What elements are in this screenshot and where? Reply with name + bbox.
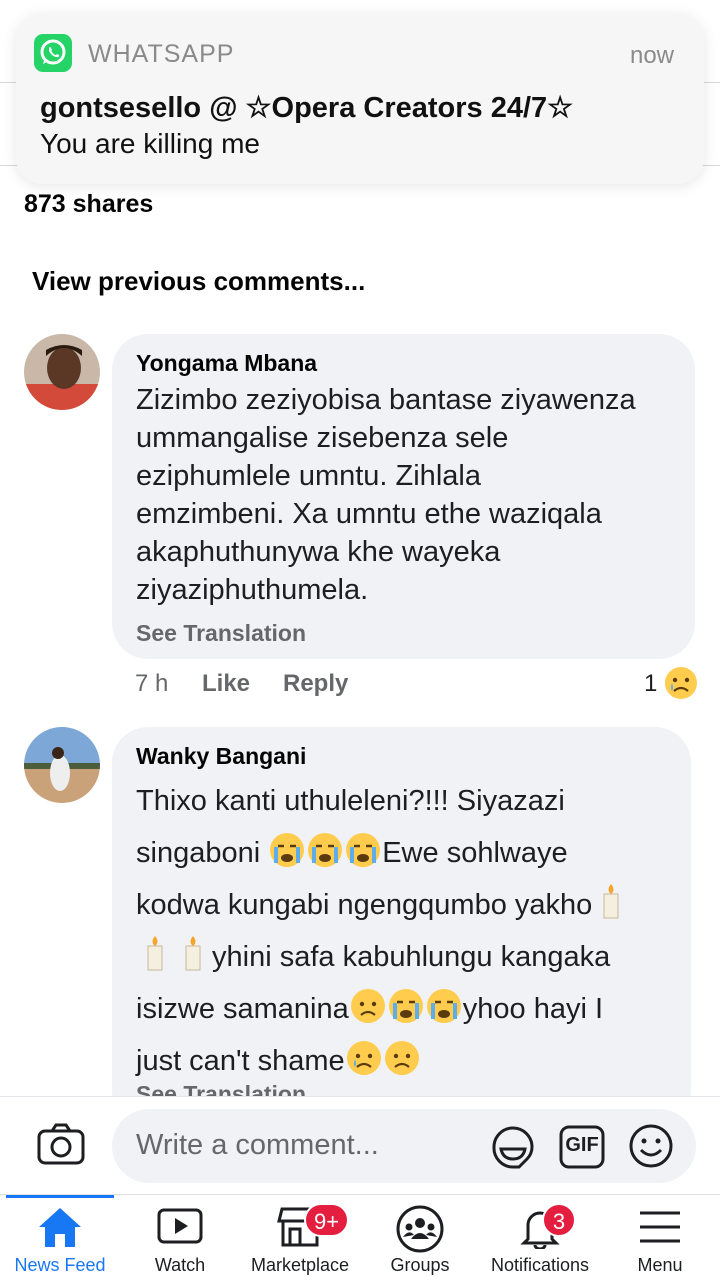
see-translation-link[interactable]: See Translation xyxy=(136,620,306,647)
notification-time: now xyxy=(629,42,674,69)
avatar[interactable] xyxy=(24,334,100,410)
whatsapp-icon xyxy=(34,34,72,72)
groups-icon xyxy=(396,1205,444,1258)
notifications-badge: 3 xyxy=(542,1203,576,1237)
like-button[interactable]: Like xyxy=(202,670,250,698)
tab-watch[interactable]: Watch xyxy=(120,1195,240,1281)
comment-bubble[interactable]: Wanky Bangani Thixo kanti uthuleleni?!!!… xyxy=(112,727,691,1127)
view-previous-comments-link[interactable]: View previous comments... xyxy=(32,266,365,297)
tab-label: Marketplace xyxy=(250,1255,350,1275)
reply-button[interactable]: Reply xyxy=(283,670,348,698)
notification-app-name: WHATSAPP xyxy=(88,40,235,68)
avatar[interactable] xyxy=(24,727,100,803)
marketplace-badge: 9+ xyxy=(304,1203,350,1237)
tab-label: News Feed xyxy=(14,1255,106,1275)
tab-marketplace[interactable]: 9+ Marketplace xyxy=(240,1195,360,1281)
comment-text: Zizimbo zeziyobisa bantase ziyawenza umm… xyxy=(136,384,636,606)
whatsapp-notification[interactable]: WHATSAPP now gontsesello @ ☆Opera Creato… xyxy=(16,14,704,184)
tab-notifications[interactable]: 3 Notifications xyxy=(480,1195,600,1281)
comment-author[interactable]: Wanky Bangani xyxy=(136,743,306,770)
comment-time: 7 h xyxy=(135,670,169,697)
comment-author[interactable]: Yongama Mbana xyxy=(136,350,317,377)
comment-input-placeholder[interactable]: Write a comment... xyxy=(136,1129,379,1162)
tab-label: Watch xyxy=(154,1255,206,1275)
candle-emoji-icon xyxy=(594,882,628,922)
gif-label: GIF xyxy=(565,1134,599,1156)
reaction-count[interactable]: 1 xyxy=(644,670,657,698)
sticker-icon[interactable] xyxy=(490,1124,536,1170)
crying-emoji-icon xyxy=(426,989,461,1023)
shares-count[interactable]: 873 shares xyxy=(24,190,153,219)
sad-emoji-icon xyxy=(384,1041,419,1075)
comment-bubble[interactable]: Yongama Mbana Zizimbo zeziyobisa bantase… xyxy=(112,334,695,659)
sad-tear-emoji-icon xyxy=(346,1041,381,1075)
tab-bar: News Feed Watch 9+ Marketplace Groups 3 … xyxy=(0,1194,720,1281)
tab-label: Notifications xyxy=(490,1255,590,1275)
crying-emoji-icon xyxy=(388,989,423,1023)
camera-icon[interactable] xyxy=(36,1121,86,1167)
watch-icon xyxy=(156,1205,204,1254)
comment-composer: Write a comment... GIF xyxy=(0,1096,720,1195)
comment-text: Thixo kanti uthuleleni?!!! Siyazazi sing… xyxy=(136,775,630,1087)
crying-emoji-icon xyxy=(308,833,343,867)
tab-menu[interactable]: Menu xyxy=(600,1195,720,1281)
notification-body: You are killing me xyxy=(40,128,260,159)
gif-button[interactable]: GIF xyxy=(558,1124,606,1170)
sad-reaction-icon[interactable] xyxy=(664,666,698,700)
candle-emoji-icon xyxy=(176,934,210,974)
tab-label: Menu xyxy=(637,1255,683,1275)
crying-emoji-icon xyxy=(270,833,305,867)
home-icon xyxy=(36,1205,84,1254)
crying-emoji-icon xyxy=(346,833,381,867)
emoji-icon[interactable] xyxy=(628,1123,674,1169)
tab-label: Groups xyxy=(390,1255,450,1275)
notification-title: gontsesello @ ☆Opera Creators 24/7☆ xyxy=(40,92,574,124)
tab-news-feed[interactable]: News Feed xyxy=(0,1195,120,1281)
sad-emoji-icon xyxy=(350,989,385,1023)
menu-icon xyxy=(636,1205,684,1254)
tab-groups[interactable]: Groups xyxy=(360,1195,480,1281)
candle-emoji-icon xyxy=(138,934,172,974)
